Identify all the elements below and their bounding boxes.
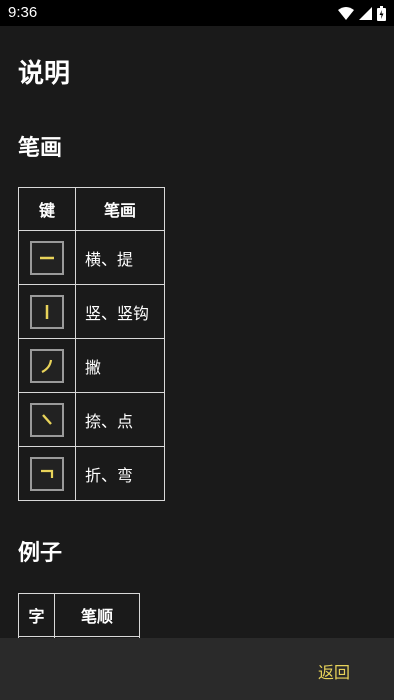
page-title: 说明 [18, 59, 71, 89]
table-header-row: 键 笔画 [18, 187, 165, 231]
table-row: 横、提 [18, 230, 165, 285]
table-row: 撇 [18, 338, 165, 393]
key-cell [18, 446, 76, 501]
table-header-row: 字 笔顺 [18, 593, 140, 637]
key-cell [18, 338, 76, 393]
stroke-order-column-header: 笔顺 [54, 593, 140, 637]
stroke-key-button[interactable] [30, 294, 64, 329]
stroke-label: 捺、点 [75, 392, 165, 447]
stroke-key-button[interactable] [30, 456, 64, 491]
stroke-label: 竖、竖钩 [75, 284, 165, 339]
table-row: 折、弯 [18, 446, 165, 501]
signal-icon [359, 6, 372, 20]
status-icons [338, 5, 386, 21]
stroke-key-button[interactable] [30, 240, 64, 275]
stroke-label: 折、弯 [75, 446, 165, 501]
examples-section-title: 例子 [18, 541, 63, 566]
char-column-header: 字 [18, 593, 55, 637]
status-time: 9:36 [8, 4, 38, 21]
bottom-bar: 返回 [0, 638, 394, 700]
stroke-key-table: 键 笔画 横、提 竖、竖钩 撇 捺、点 折、弯 [18, 187, 165, 501]
strokes-section-title: 笔画 [18, 136, 63, 161]
key-cell [18, 284, 76, 339]
stroke-column-header: 笔画 [75, 187, 165, 231]
left-falling-stroke-icon [38, 357, 56, 375]
key-cell [18, 230, 76, 285]
table-row: 竖、竖钩 [18, 284, 165, 339]
battery-icon [377, 5, 386, 21]
stroke-label: 撇 [75, 338, 165, 393]
stroke-label: 横、提 [75, 230, 165, 285]
turning-stroke-icon [38, 465, 56, 483]
key-column-header: 键 [18, 187, 76, 231]
example-table: 字 笔顺 [18, 593, 140, 638]
status-bar: 9:36 [0, 0, 394, 26]
dot-stroke-icon [38, 411, 56, 429]
vertical-stroke-icon [38, 303, 56, 321]
table-row: 捺、点 [18, 392, 165, 447]
back-button[interactable]: 返回 [318, 659, 350, 683]
instructions-content[interactable]: 说明 笔画 键 笔画 横、提 竖、竖钩 撇 捺、点 折、弯 例子 字 笔顺 [0, 26, 394, 638]
key-cell [18, 392, 76, 447]
stroke-key-button[interactable] [30, 402, 64, 437]
stroke-key-button[interactable] [30, 348, 64, 383]
horizontal-stroke-icon [38, 249, 56, 267]
wifi-icon [338, 6, 354, 20]
